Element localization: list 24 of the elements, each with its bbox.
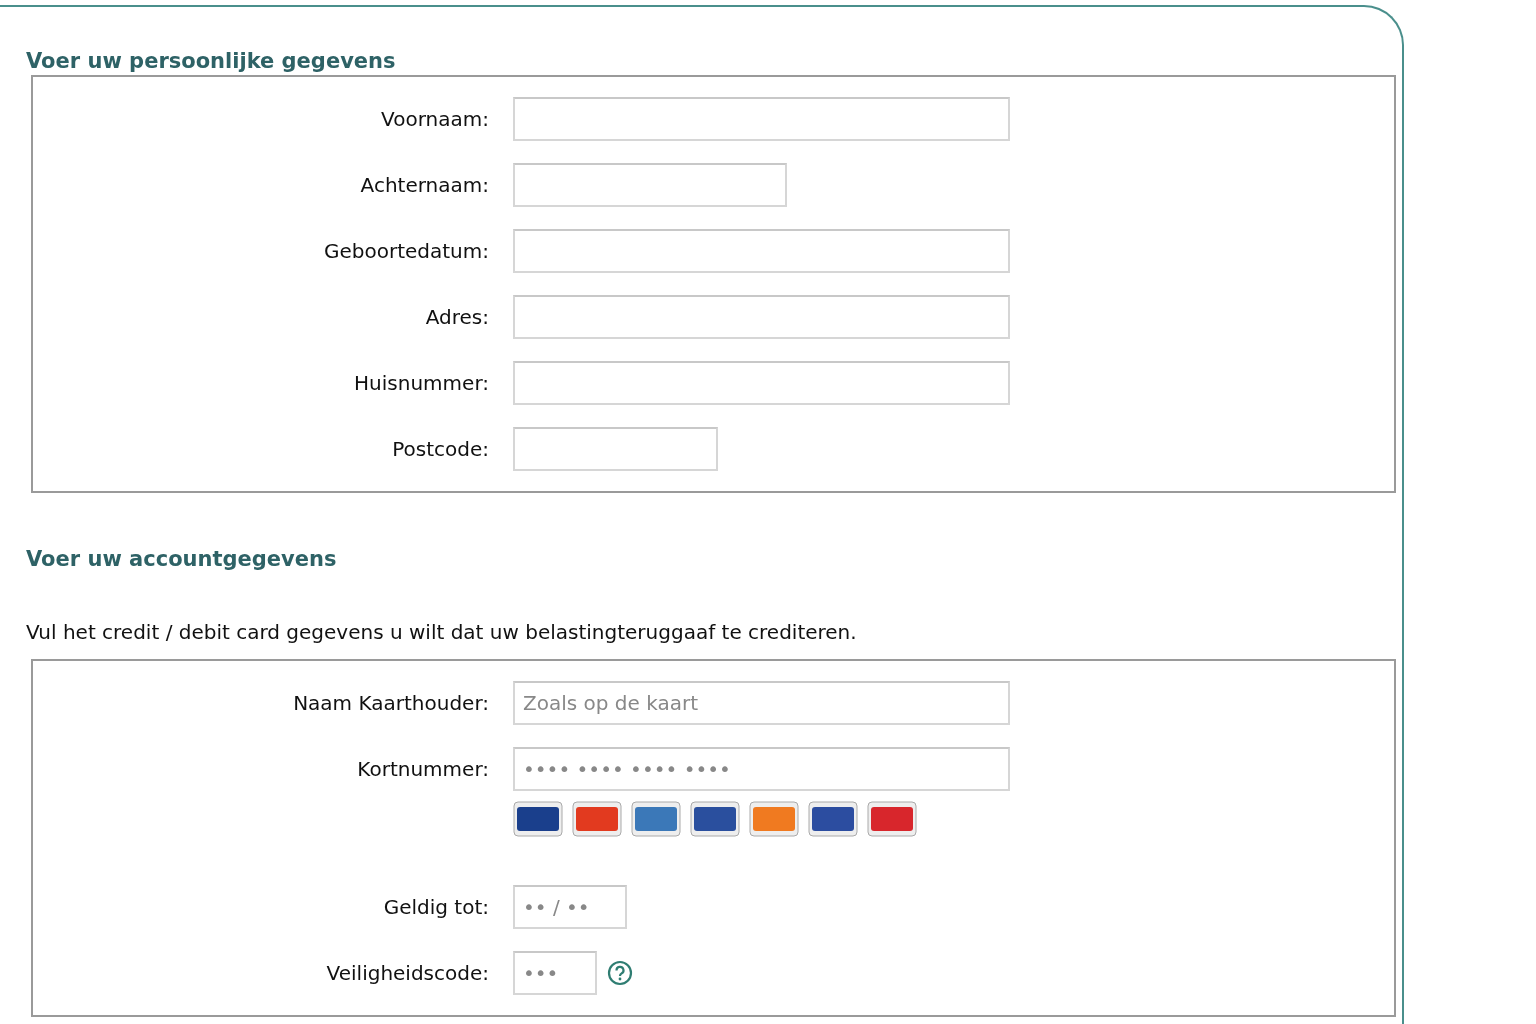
- input-field[interactable]: [513, 361, 1010, 405]
- field-label: Naam Kaarthouder:: [292, 690, 489, 717]
- help-icon[interactable]: [607, 960, 633, 986]
- field-label: Voornaam:: [380, 106, 489, 133]
- input-field[interactable]: •• / ••: [513, 885, 627, 929]
- input-field[interactable]: •••: [513, 951, 597, 995]
- field-label: Veiligheidscode:: [325, 960, 489, 987]
- field-label: Geldig tot:: [382, 894, 489, 921]
- field-label: Postcode:: [391, 436, 489, 463]
- field-label: Achternaam:: [359, 172, 489, 199]
- section-heading: Voer uw persoonlijke gegevens: [26, 48, 397, 75]
- field-label: Kortnummer:: [356, 756, 489, 783]
- field-label: Geboortedatum:: [322, 238, 489, 265]
- input-field[interactable]: [513, 427, 718, 471]
- field-label: Adres:: [424, 304, 489, 331]
- input-field[interactable]: [513, 295, 1010, 339]
- input-field[interactable]: Zoals op de kaart: [513, 681, 1010, 725]
- input-field[interactable]: •••• •••• •••• ••••: [513, 747, 1010, 791]
- input-field[interactable]: [513, 97, 1010, 141]
- section-heading: Voer uw accountgegevens: [26, 546, 338, 573]
- input-field[interactable]: [513, 163, 787, 207]
- intro-text: Vul het credit / debit card gegevens u wilt dat uw belastingteruggaaf te crediteren.: [26, 619, 858, 646]
- field-label: Huisnummer:: [353, 370, 489, 397]
- input-field[interactable]: [513, 229, 1010, 273]
